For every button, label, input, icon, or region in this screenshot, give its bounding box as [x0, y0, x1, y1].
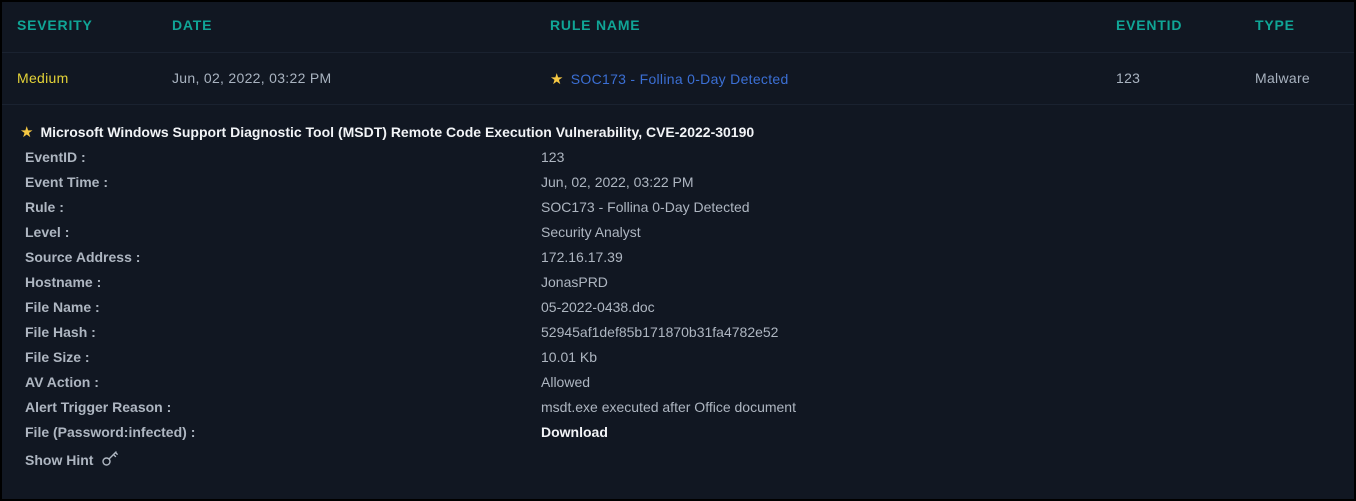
field-value: JonasPRD [541, 274, 608, 290]
field-eventid: EventID : 123 [2, 149, 1354, 174]
details-title-text: Microsoft Windows Support Diagnostic Too… [40, 124, 755, 140]
field-value: 172.16.17.39 [541, 249, 623, 265]
field-value: msdt.exe executed after Office document [541, 399, 796, 415]
table-row[interactable]: Medium Jun, 02, 2022, 03:22 PM ★ SOC173 … [2, 53, 1354, 105]
field-value: Jun, 02, 2022, 03:22 PM [541, 174, 694, 190]
field-file-download: File (Password:infected) : Download [2, 424, 1354, 449]
field-value: 05-2022-0438.doc [541, 299, 655, 315]
header-rule-name[interactable]: RULE NAME [550, 17, 640, 33]
field-level: Level : Security Analyst [2, 224, 1354, 249]
star-icon: ★ [550, 71, 564, 88]
field-label: Rule : [25, 199, 64, 215]
field-label: Hostname : [25, 274, 102, 290]
star-icon: ★ [20, 124, 34, 141]
field-file-hash: File Hash : 52945af1def85b171870b31fa478… [2, 324, 1354, 349]
field-value: 10.01 Kb [541, 349, 598, 365]
field-label: Event Time : [25, 174, 108, 190]
table-header: SEVERITY DATE RULE NAME EVENTID TYPE [2, 2, 1354, 53]
field-alert-trigger-reason: Alert Trigger Reason : msdt.exe executed… [2, 399, 1354, 424]
field-label: File (Password:infected) : [25, 424, 196, 440]
field-label: Level : [25, 224, 70, 240]
alert-panel: SEVERITY DATE RULE NAME EVENTID TYPE Med… [0, 0, 1356, 501]
field-value: Allowed [541, 374, 591, 390]
field-label: Alert Trigger Reason : [25, 399, 172, 415]
field-value: 123 [541, 149, 565, 165]
show-hint-label: Show Hint [25, 451, 94, 468]
field-hostname: Hostname : JonasPRD [2, 274, 1354, 299]
date-cell: Jun, 02, 2022, 03:22 PM [172, 70, 332, 86]
field-source-address: Source Address : 172.16.17.39 [2, 249, 1354, 274]
rule-name-link[interactable]: ★ SOC173 - Follina 0-Day Detected [550, 70, 789, 88]
field-value: Security Analyst [541, 224, 641, 240]
header-date[interactable]: DATE [172, 17, 212, 33]
details-title: ★ Microsoft Windows Support Diagnostic T… [20, 123, 754, 141]
field-file-size: File Size : 10.01 Kb [2, 349, 1354, 374]
field-file-name: File Name : 05-2022-0438.doc [2, 299, 1354, 324]
field-label: File Hash : [25, 324, 96, 340]
field-value: 52945af1def85b171870b31fa4782e52 [541, 324, 779, 340]
field-label: AV Action : [25, 374, 99, 390]
header-eventid[interactable]: EVENTID [1116, 17, 1182, 33]
type-cell: Malware [1255, 70, 1311, 86]
eventid-cell: 123 [1116, 70, 1141, 86]
rule-name-text: SOC173 - Follina 0-Day Detected [570, 71, 789, 87]
severity-badge: Medium [17, 70, 69, 86]
field-av-action: AV Action : Allowed [2, 374, 1354, 399]
alert-details: ★ Microsoft Windows Support Diagnostic T… [2, 105, 1354, 497]
field-label: File Name : [25, 299, 100, 315]
header-type[interactable]: TYPE [1255, 17, 1295, 33]
field-label: Source Address : [25, 249, 141, 265]
show-hint-button[interactable]: Show Hint [25, 449, 119, 470]
download-link[interactable]: Download [541, 424, 608, 440]
field-label: EventID : [25, 149, 86, 165]
field-rule: Rule : SOC173 - Follina 0-Day Detected [2, 199, 1354, 224]
key-icon [101, 449, 119, 470]
field-value: SOC173 - Follina 0-Day Detected [541, 199, 750, 215]
field-label: File Size : [25, 349, 90, 365]
field-event-time: Event Time : Jun, 02, 2022, 03:22 PM [2, 174, 1354, 199]
header-severity[interactable]: SEVERITY [17, 17, 93, 33]
